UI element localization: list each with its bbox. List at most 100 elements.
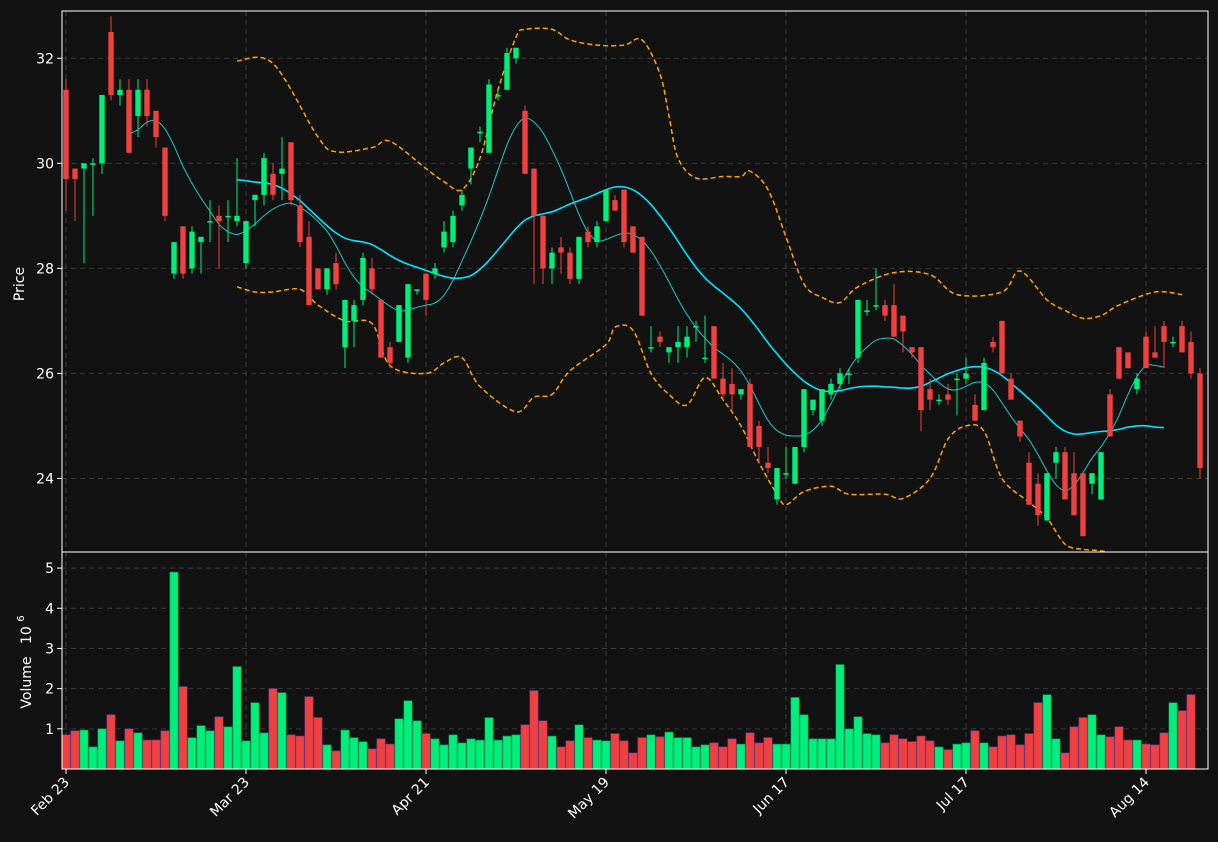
candle-body <box>918 347 924 411</box>
volume-bar <box>601 740 611 770</box>
candle-body <box>315 268 321 290</box>
candle-body <box>216 215 222 222</box>
candle <box>504 47 510 90</box>
candle-body <box>468 147 474 169</box>
candle-body <box>1026 462 1032 505</box>
candle-body <box>990 341 996 348</box>
candle-body <box>900 315 906 332</box>
candle-body <box>306 236 312 306</box>
volume-bar <box>1024 733 1034 770</box>
volume-bar <box>313 717 323 770</box>
candle-body <box>729 383 735 395</box>
candle-body <box>675 341 681 348</box>
candle-body <box>693 326 699 328</box>
volume-bar <box>1060 752 1070 770</box>
candle <box>621 189 627 248</box>
volume-axis-label-group: Volume 10 6 <box>16 615 35 708</box>
candle-body <box>855 299 861 358</box>
candle-body <box>117 89 123 96</box>
volume-bar <box>268 688 278 770</box>
candle <box>567 247 573 285</box>
candle-body <box>738 389 744 395</box>
candle-body <box>333 263 339 285</box>
volume-bar <box>367 748 377 770</box>
candle-body <box>864 310 870 312</box>
candle-body <box>1134 378 1140 390</box>
candle-body <box>144 89 150 117</box>
volume-bar <box>133 732 143 770</box>
candle-body <box>630 226 636 253</box>
candle-body <box>477 131 483 134</box>
volume-bar <box>556 746 566 770</box>
candle-body <box>846 373 852 375</box>
volume-bar <box>1141 743 1151 770</box>
candle-body <box>135 89 141 117</box>
volume-bar <box>124 728 134 770</box>
candle-body <box>90 163 96 165</box>
volume-bar <box>1159 732 1169 770</box>
candle-body <box>63 89 69 180</box>
candle-body <box>270 173 276 195</box>
candle-body <box>576 236 582 279</box>
candle-body <box>792 446 798 484</box>
candle-body <box>1170 341 1176 344</box>
candle-body <box>963 373 969 379</box>
candle <box>999 320 1005 374</box>
candle <box>99 95 105 174</box>
candle-body <box>1143 336 1149 369</box>
candle-body <box>1125 352 1131 369</box>
volume-bar <box>700 744 710 770</box>
candle-body <box>972 404 978 421</box>
candle <box>522 105 528 174</box>
candle-body <box>702 357 708 360</box>
candle-body <box>207 221 213 223</box>
volume-bar <box>88 746 98 770</box>
candle <box>180 226 186 279</box>
candle <box>450 210 456 248</box>
volume-bar <box>448 734 458 770</box>
price-axis-label: Price <box>12 267 28 301</box>
candle-body <box>774 467 780 500</box>
volume-bar <box>358 741 368 770</box>
candle-body <box>540 215 546 269</box>
candle-body <box>1098 452 1104 500</box>
candle <box>603 189 609 222</box>
volume-bar <box>1015 744 1025 770</box>
candle-body <box>828 383 834 395</box>
candle-body <box>549 252 555 269</box>
candle-body <box>1089 473 1095 484</box>
candle-body <box>513 47 519 59</box>
candle-body <box>837 373 843 384</box>
candle-body <box>891 305 897 337</box>
candle-body <box>324 268 330 290</box>
volume-bar <box>1123 739 1133 770</box>
candle-body <box>405 284 411 358</box>
candle <box>288 142 294 206</box>
candle-body <box>873 305 879 307</box>
volume-bar <box>160 730 170 770</box>
candle-body <box>621 189 627 243</box>
candle <box>1062 446 1068 500</box>
volume-bar <box>529 690 539 770</box>
volume-bar <box>907 741 917 770</box>
volume-bar <box>916 735 926 770</box>
volume-bar <box>295 735 305 770</box>
volume-bar <box>1033 702 1043 770</box>
volume-bar <box>934 746 944 770</box>
candle-body <box>783 473 789 475</box>
candle <box>711 326 717 379</box>
volume-bar <box>394 718 404 770</box>
candle-body <box>1197 373 1203 468</box>
volume-bar <box>79 729 89 770</box>
candle-body <box>1008 378 1014 400</box>
volume-bar <box>178 686 188 770</box>
volume-bar <box>736 743 746 770</box>
volume-bar <box>862 733 872 770</box>
candle-body <box>594 226 600 243</box>
candle-body <box>351 305 357 321</box>
candle-body <box>486 84 492 153</box>
volume-bar <box>1177 710 1187 770</box>
volume-bar <box>988 746 998 770</box>
volume-bar <box>691 746 701 770</box>
volume-bar <box>484 717 494 770</box>
